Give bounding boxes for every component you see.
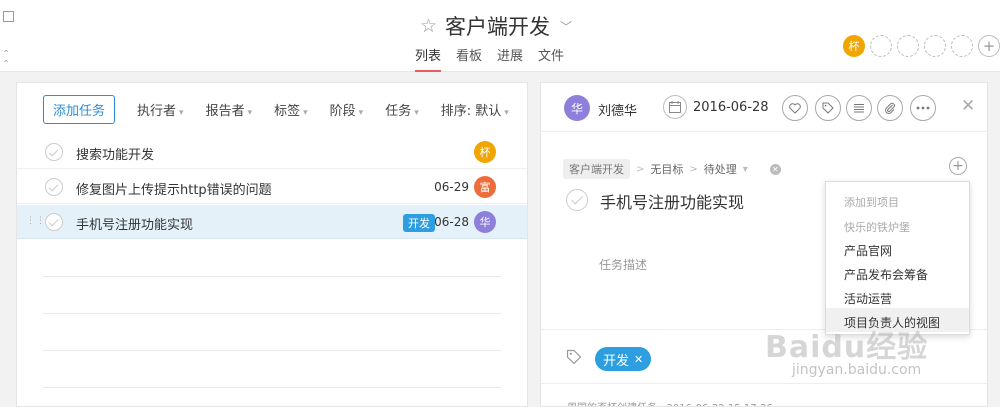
tab-board[interactable]: 看板 <box>456 45 482 72</box>
clear-icon[interactable]: ✕ <box>769 163 781 175</box>
remove-tag-icon[interactable]: ✕ <box>634 353 643 366</box>
tag-label: 开发 <box>603 353 630 369</box>
task-checkbox[interactable] <box>45 213 63 231</box>
drag-handle-icon[interactable]: ⋮⋮ <box>26 217 46 226</box>
divider <box>43 387 501 388</box>
dropdown-item[interactable]: 活动运营 <box>844 290 892 307</box>
assignee-name[interactable]: 刘德华 <box>598 100 637 119</box>
task-list-panel: 添加任务 执行者 ▾ 报告者 ▾ 标签 ▾ 阶段 ▾ 任务 ▾ 排序: 默认 ▾ 搜索功能开… <box>16 82 528 407</box>
member-avatars: 杯 + <box>843 35 1000 57</box>
filter-reporter[interactable]: 报告者 ▾ <box>206 100 253 119</box>
breadcrumb-stage[interactable]: 待处理 <box>704 161 737 177</box>
tab-list[interactable]: 列表 <box>415 45 442 72</box>
caret-icon: ▾ <box>179 107 184 118</box>
breadcrumb-project[interactable]: 客户端开发 <box>563 159 630 179</box>
filter-tags[interactable]: 标签 ▾ <box>274 100 308 119</box>
star-icon[interactable]: ☆ <box>420 16 437 36</box>
add-task-button[interactable]: 添加任务 <box>43 94 116 124</box>
avatar: 华 <box>474 211 496 233</box>
project-dropdown: 添加到项目 快乐的铁炉堡 产品官网 产品发布会筹备 活动运营 项目负责人的视图 <box>825 181 970 335</box>
divider <box>43 350 501 351</box>
project-title-area: ☆ 客户端开发 ﹀ <box>420 12 572 40</box>
view-tabs: 列表 看板 进展 文件 <box>415 45 579 72</box>
heart-icon[interactable] <box>782 95 808 121</box>
tag-icon <box>566 349 582 369</box>
task-row[interactable]: 修复图片上传提示http错误的问题 06-29 富 <box>17 170 527 204</box>
divider <box>541 383 987 384</box>
divider <box>43 276 501 277</box>
add-member-icon[interactable]: + <box>978 35 1000 57</box>
task-title: 修复图片上传提示http错误的问题 <box>76 183 272 198</box>
add-icon[interactable]: + <box>949 157 967 175</box>
task-row-selected[interactable]: ⋮⋮ 手机号注册功能实现 开发 06-28 华 <box>17 205 527 239</box>
task-title: 搜索功能开发 <box>76 148 155 163</box>
tab-progress[interactable]: 进展 <box>497 45 523 72</box>
task-due-date: 06-29 <box>434 180 469 194</box>
tab-files[interactable]: 文件 <box>538 45 564 72</box>
caret-icon: ▾ <box>303 107 308 118</box>
caret-icon: ▾ <box>504 107 509 118</box>
tag-icon[interactable] <box>815 95 841 121</box>
empty-avatar-slot[interactable] <box>924 35 946 57</box>
more-icon[interactable] <box>910 95 936 121</box>
filter-stage[interactable]: 阶段 ▾ <box>330 100 364 119</box>
avatar[interactable]: 华 <box>564 95 590 121</box>
task-detail-title[interactable]: 手机号注册功能实现 <box>600 189 744 213</box>
task-due-date: 06-28 <box>434 215 469 229</box>
baidu-watermark: Baidu经验 <box>765 330 929 365</box>
caret-icon: ▾ <box>414 107 419 118</box>
list-icon[interactable] <box>846 95 872 121</box>
task-checkbox[interactable] <box>566 189 588 211</box>
chevron-down-icon[interactable]: ﹀ <box>560 18 572 35</box>
task-row[interactable]: 搜索功能开发 杯 <box>17 135 527 169</box>
avatar[interactable]: 杯 <box>843 35 865 57</box>
calendar-icon[interactable] <box>663 95 687 119</box>
dropdown-item[interactable]: 产品发布会筹备 <box>844 266 928 283</box>
empty-avatar-slot[interactable] <box>951 35 973 57</box>
project-header: ⌃ ⌃ ☆ 客户端开发 ﹀ 列表 看板 进展 文件 杯 + <box>0 0 1000 72</box>
divider <box>43 313 501 314</box>
breadcrumb: 客户端开发 > 无目标 > 待处理 ▾ ✕ <box>563 159 781 179</box>
due-date[interactable]: 2016-06-28 <box>693 100 769 115</box>
task-checkbox[interactable] <box>45 143 63 161</box>
paperclip-icon[interactable] <box>877 95 903 121</box>
project-title[interactable]: 客户端开发 <box>445 11 550 41</box>
window-toggle[interactable] <box>3 11 14 22</box>
watermark-url: jingyan.baidu.com <box>792 362 922 378</box>
collapse-icon[interactable]: ⌃ ⌃ <box>2 50 10 70</box>
description-field[interactable]: 任务描述 <box>599 256 647 273</box>
empty-avatar-slot[interactable] <box>897 35 919 57</box>
filter-assignee[interactable]: 执行者 ▾ <box>137 100 184 119</box>
tag-badge: 开发 <box>403 214 435 232</box>
avatar: 富 <box>474 176 496 198</box>
breadcrumb-goal[interactable]: 无目标 <box>650 161 683 177</box>
task-toolbar: 添加任务 执行者 ▾ 报告者 ▾ 标签 ▾ 阶段 ▾ 任务 ▾ 排序: 默认 ▾ <box>43 94 509 124</box>
sort-selector[interactable]: 排序: 默认 ▾ <box>441 100 509 119</box>
chevron-right-icon: > <box>636 163 645 175</box>
caret-icon: ▾ <box>742 163 748 175</box>
tag-chip[interactable]: 开发 ✕ <box>595 347 652 371</box>
avatar: 杯 <box>474 141 496 163</box>
dropdown-item[interactable]: 产品官网 <box>844 242 892 259</box>
filter-task[interactable]: 任务 ▾ <box>385 100 419 119</box>
empty-avatar-slot[interactable] <box>870 35 892 57</box>
close-icon[interactable]: ✕ <box>961 96 975 116</box>
chevron-right-icon: > <box>689 163 698 175</box>
caret-icon: ▾ <box>358 107 364 118</box>
activity-log: 周国的否杯创建任务 · 2016-06-22 15:17:26 <box>567 399 773 406</box>
caret-icon: ▾ <box>247 107 253 118</box>
task-checkbox[interactable] <box>45 178 63 196</box>
dropdown-header: 添加到项目 <box>844 196 899 209</box>
dropdown-item-current: 快乐的铁炉堡 <box>844 221 910 234</box>
divider <box>541 131 987 132</box>
task-title: 手机号注册功能实现 <box>76 218 194 233</box>
